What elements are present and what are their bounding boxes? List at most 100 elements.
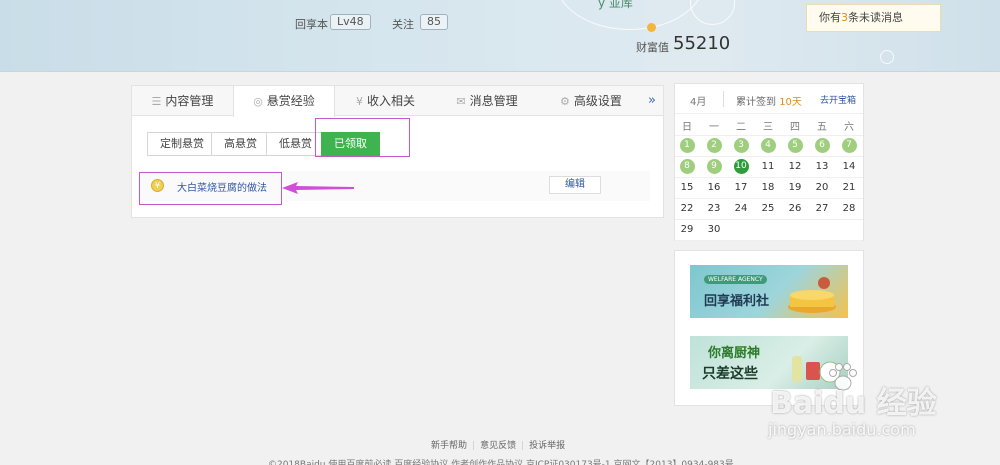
divider: [723, 91, 724, 107]
ad-title: 回享福利社: [704, 294, 770, 309]
unread-count: 3: [841, 11, 848, 24]
unread-messages-notice[interactable]: 你有3条未读消息: [806, 4, 941, 32]
ad-badge: WELFARE AGENCY: [704, 275, 767, 284]
calendar-day[interactable]: 11: [755, 157, 781, 177]
weekday-label: 五: [817, 122, 827, 133]
calendar-month: 4月: [690, 97, 707, 108]
grid-line: [675, 198, 863, 199]
calendar-day[interactable]: 1: [674, 136, 700, 156]
follow-count-badge[interactable]: 85: [420, 14, 448, 30]
wealth-value: 55210: [673, 33, 731, 54]
filter-custom-reward[interactable]: 定制悬赏: [147, 132, 217, 156]
unread-suffix: 条未读消息: [848, 11, 903, 24]
calendar-day[interactable]: 23: [701, 199, 727, 219]
annotation-box-claimed: [315, 118, 410, 157]
checkin-days: 10天: [779, 97, 802, 108]
calendar-day[interactable]: 21: [836, 178, 862, 198]
footer-link-report[interactable]: 投诉举报: [529, 441, 565, 451]
calendar-day[interactable]: 10: [728, 157, 754, 177]
checked-day-marker: 3: [733, 137, 749, 153]
divider: |: [521, 441, 525, 451]
tab-reward-experience[interactable]: ◎ 悬赏经验: [233, 86, 335, 117]
calendar-day[interactable]: 18: [755, 178, 781, 198]
grid-line: [675, 219, 863, 220]
tab-advanced-settings[interactable]: ⚙ 高级设置: [538, 86, 644, 116]
grid-line: [675, 135, 863, 136]
checked-day-marker: 5: [787, 137, 803, 153]
open-treasure-link[interactable]: 去开宝箱: [820, 93, 856, 106]
footer-link-help[interactable]: 新手帮助: [431, 441, 467, 451]
checked-day-marker: 1: [679, 137, 695, 153]
calendar-empty-cell: [755, 220, 781, 240]
calendar-day[interactable]: 5: [782, 136, 808, 156]
calendar-day[interactable]: 9: [701, 157, 727, 177]
calendar-empty-cell: [782, 220, 808, 240]
follow-label: 关注: [392, 18, 414, 31]
decor-circle: [690, 0, 735, 25]
calendar-day[interactable]: 24: [728, 199, 754, 219]
filter-high-reward[interactable]: 高悬赏: [211, 132, 270, 156]
calendar-day[interactable]: 16: [701, 178, 727, 198]
calendar-day[interactable]: 6: [809, 136, 835, 156]
weekday-label: 三: [763, 122, 773, 133]
calendar-day[interactable]: 28: [836, 199, 862, 219]
coins-icon: [788, 277, 836, 313]
calendar-day[interactable]: 15: [674, 178, 700, 198]
weekday-label: 四: [790, 122, 800, 133]
divider: |: [472, 441, 476, 451]
checkin-summary: 累计签到 10天: [736, 93, 802, 108]
grid-line: [675, 177, 863, 178]
mail-icon: ✉: [456, 95, 466, 108]
calendar-day[interactable]: 17: [728, 178, 754, 198]
calendar-day[interactable]: 7: [836, 136, 862, 156]
calendar-day[interactable]: 4: [755, 136, 781, 156]
checked-day-marker: 7: [841, 137, 857, 153]
wealth-label: 财富值: [636, 41, 669, 54]
calendar-day[interactable]: 20: [809, 178, 835, 198]
calendar-day[interactable]: 2: [701, 136, 727, 156]
checkin-prefix: 累计签到: [736, 97, 776, 108]
calendar-day[interactable]: 30: [701, 220, 727, 240]
tab-income[interactable]: ¥ 收入相关: [335, 86, 436, 116]
tab-messages[interactable]: ✉ 消息管理: [436, 86, 538, 116]
decor-circle: [880, 50, 894, 64]
ad-title-line1: 你离厨神: [708, 346, 761, 361]
footer-links: 新手帮助 | 意见反馈 | 投诉举报: [426, 438, 570, 451]
today-marker: 10: [733, 158, 749, 174]
footer-link-feedback[interactable]: 意见反馈: [480, 441, 516, 451]
progress-dot: [647, 23, 656, 32]
calendar-empty-cell: [809, 220, 835, 240]
edit-button[interactable]: 编辑: [549, 176, 601, 194]
reward-experience-panel: ☰ 内容管理 ◎ 悬赏经验 ¥ 收入相关 ✉ 消息管理 ⚙ 高级设置 » 定制悬赏 高悬赏…: [131, 85, 664, 218]
watermark-brand: Baidu 经验: [770, 386, 937, 421]
calendar-empty-cell: [728, 220, 754, 240]
checked-day-marker: 8: [679, 158, 695, 174]
calendar-day[interactable]: 26: [782, 199, 808, 219]
calendar-day[interactable]: 29: [674, 220, 700, 240]
footer-copyright: ©2018Baidu 使用百度前必读 百度经验协议 作者创作作品协议 京ICP证…: [268, 460, 734, 465]
calendar-day[interactable]: 3: [728, 136, 754, 156]
calendar-day[interactable]: 22: [674, 199, 700, 219]
weekday-label: 二: [736, 122, 746, 133]
ad-title-line2: 只差这些: [702, 366, 758, 382]
tab-label: 高级设置: [573, 94, 622, 108]
tabs-more-button[interactable]: »: [648, 86, 656, 116]
calendar-day[interactable]: 14: [836, 157, 862, 177]
weekday-label: 一: [709, 122, 719, 133]
calendar-day[interactable]: 12: [782, 157, 808, 177]
calendar-day[interactable]: 25: [755, 199, 781, 219]
weekday-label: 日: [682, 122, 692, 133]
tab-label: 消息管理: [469, 94, 518, 108]
coin-icon: ◎: [253, 95, 263, 108]
watermark-url: jingyan.baidu.com: [768, 420, 916, 439]
welfare-agency-banner[interactable]: WELFARE AGENCY 回享福利社: [690, 265, 848, 318]
calendar-day[interactable]: 27: [809, 199, 835, 219]
tab-label: 内容管理: [165, 94, 214, 108]
calendar-day[interactable]: 8: [674, 157, 700, 177]
annotation-arrow-icon: [282, 182, 354, 194]
tab-content-management[interactable]: ☰ 内容管理: [132, 86, 233, 116]
calendar-day[interactable]: 19: [782, 178, 808, 198]
calendar-day[interactable]: 13: [809, 157, 835, 177]
gear-icon: ⚙: [560, 95, 570, 108]
tab-bar: ☰ 内容管理 ◎ 悬赏经验 ¥ 收入相关 ✉ 消息管理 ⚙ 高级设置 »: [132, 86, 663, 117]
